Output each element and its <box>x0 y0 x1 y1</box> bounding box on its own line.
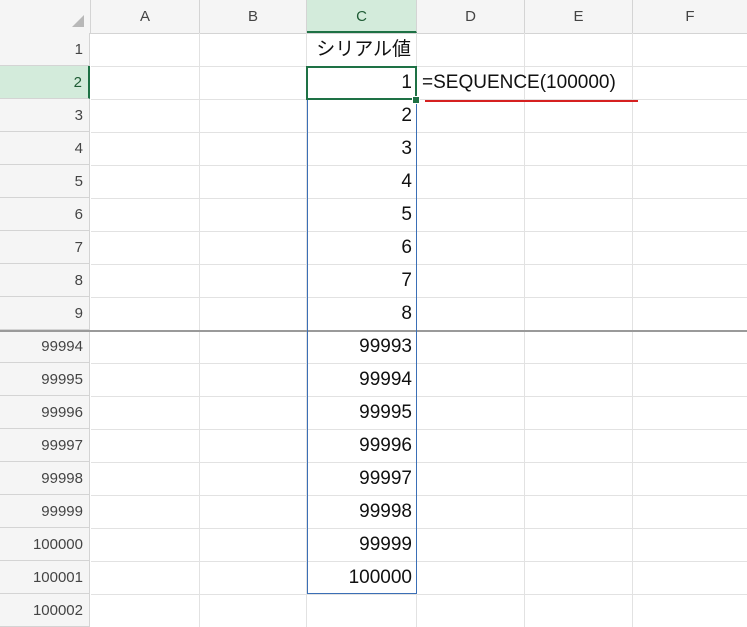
row-header-99996[interactable]: 99996 <box>0 396 90 429</box>
row-header-100002[interactable]: 100002 <box>0 594 90 627</box>
grid-line <box>91 396 747 397</box>
cell-d2-formula[interactable]: =SEQUENCE(100000) <box>417 66 657 99</box>
grid-line <box>91 264 747 265</box>
cell-c7[interactable]: 6 <box>307 231 417 264</box>
row-header-99998[interactable]: 99998 <box>0 462 90 495</box>
cell-c9[interactable]: 8 <box>307 297 417 330</box>
row-header-2[interactable]: 2 <box>0 66 90 99</box>
grid-line <box>91 198 747 199</box>
cell-c5[interactable]: 4 <box>307 165 417 198</box>
grid-line <box>91 462 747 463</box>
row-header-100001[interactable]: 100001 <box>0 561 90 594</box>
row-header-99995[interactable]: 99995 <box>0 363 90 396</box>
grid-line <box>91 594 747 595</box>
column-header-c[interactable]: C <box>307 0 417 33</box>
cell-c99998[interactable]: 99997 <box>307 462 417 495</box>
cell-c8[interactable]: 7 <box>307 264 417 297</box>
cell-c100001[interactable]: 100000 <box>307 561 417 594</box>
grid-line <box>91 363 747 364</box>
row-header-3[interactable]: 3 <box>0 99 90 132</box>
grid-line <box>91 165 747 166</box>
cell-c2[interactable]: 1 <box>307 66 417 99</box>
column-header-b[interactable]: B <box>200 0 307 33</box>
cell-c99994[interactable]: 99993 <box>307 330 417 363</box>
select-all-corner[interactable] <box>0 0 91 33</box>
cell-c3[interactable]: 2 <box>307 99 417 132</box>
grid-line <box>91 429 747 430</box>
grid-line <box>91 495 747 496</box>
row-header-8[interactable]: 8 <box>0 264 90 297</box>
cell-c4[interactable]: 3 <box>307 132 417 165</box>
row-header-6[interactable]: 6 <box>0 198 90 231</box>
row-header-5[interactable]: 5 <box>0 165 90 198</box>
grid-line <box>91 528 747 529</box>
row-header-100000[interactable]: 100000 <box>0 528 90 561</box>
column-header-d[interactable]: D <box>417 0 525 33</box>
row-header-99994[interactable]: 99994 <box>0 330 90 363</box>
row-header-99997[interactable]: 99997 <box>0 429 90 462</box>
row-header-9[interactable]: 9 <box>0 297 90 330</box>
fill-handle[interactable] <box>412 96 420 104</box>
grid-line <box>91 561 747 562</box>
cell-c6[interactable]: 5 <box>307 198 417 231</box>
cell-c99999[interactable]: 99998 <box>307 495 417 528</box>
row-header-7[interactable]: 7 <box>0 231 90 264</box>
grid-line <box>91 231 747 232</box>
grid-line <box>91 132 747 133</box>
column-header-f[interactable]: F <box>633 0 747 33</box>
grid-line <box>91 297 747 298</box>
row-header-4[interactable]: 4 <box>0 132 90 165</box>
cell-c99997[interactable]: 99996 <box>307 429 417 462</box>
row-header-99999[interactable]: 99999 <box>0 495 90 528</box>
select-all-triangle-icon <box>72 15 84 27</box>
column-header-a[interactable]: A <box>91 0 200 33</box>
spreadsheet: A B C D E F 1 2 3 4 5 6 7 8 9 99994 9999… <box>0 0 747 627</box>
row-header-1[interactable]: 1 <box>0 33 90 66</box>
formula-annotation-underline <box>425 100 638 102</box>
cell-c100000[interactable]: 99999 <box>307 528 417 561</box>
cell-c1[interactable]: シリアル値 <box>307 33 417 66</box>
column-header-e[interactable]: E <box>525 0 633 33</box>
cell-c99995[interactable]: 99994 <box>307 363 417 396</box>
cell-c99996[interactable]: 99995 <box>307 396 417 429</box>
